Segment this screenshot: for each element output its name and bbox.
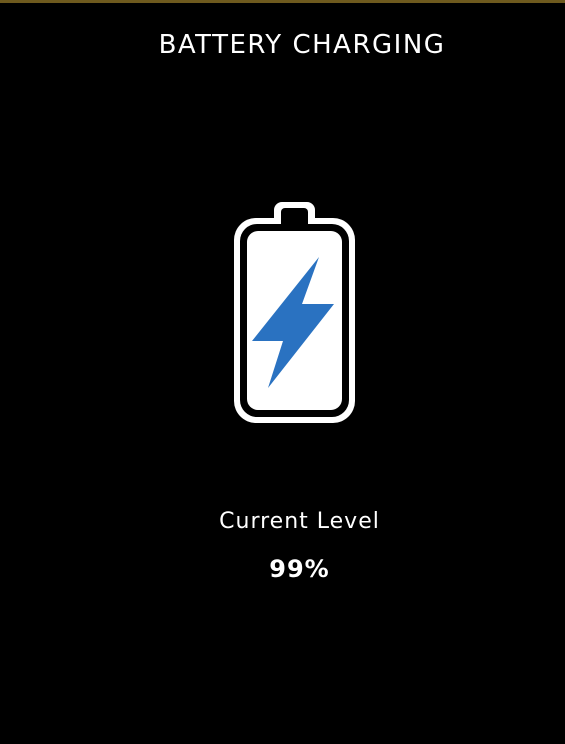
current-level-label: Current Level <box>219 509 380 534</box>
battery-charging-screen: BATTERY CHARGING Current Level 99% <box>0 0 565 744</box>
screen-title: BATTERY CHARGING <box>158 30 446 60</box>
current-level-value: 99% <box>269 555 330 583</box>
top-divider <box>0 0 565 3</box>
battery-charging-icon <box>232 200 357 425</box>
